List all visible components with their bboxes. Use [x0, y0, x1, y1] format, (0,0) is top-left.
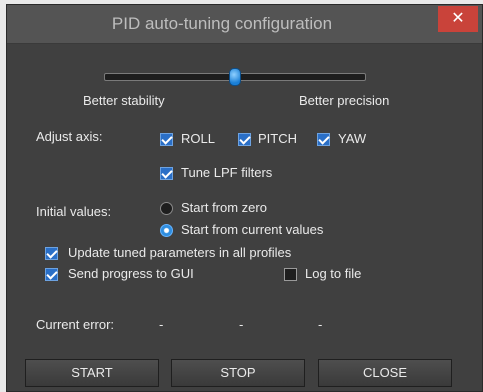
start-from-zero-radio[interactable]	[160, 202, 173, 215]
adjust-axis-label: Adjust axis:	[36, 129, 103, 144]
initial-values-label: Initial values:	[36, 204, 112, 219]
tune-lpf-checkbox[interactable]	[160, 167, 173, 180]
error-value-roll: -	[159, 317, 164, 332]
roll-label: ROLL	[181, 131, 215, 146]
start-from-current-label: Start from current values	[181, 222, 324, 237]
close-button[interactable]: CLOSE	[318, 359, 452, 387]
error-value-pitch: -	[239, 317, 244, 332]
stability-precision-slider[interactable]	[104, 68, 366, 86]
start-from-zero-label: Start from zero	[181, 200, 267, 215]
log-to-file-checkbox[interactable]	[284, 268, 297, 281]
title-bar: PID auto-tuning configuration ✕	[7, 5, 482, 44]
close-window-button[interactable]: ✕	[438, 6, 478, 32]
current-error-label: Current error:	[36, 317, 115, 332]
tune-lpf-label: Tune LPF filters	[181, 165, 273, 180]
better-precision-label: Better precision	[299, 93, 390, 108]
pitch-label: PITCH	[258, 131, 297, 146]
stop-button[interactable]: STOP	[171, 359, 305, 387]
error-value-yaw: -	[318, 317, 323, 332]
yaw-checkbox[interactable]	[317, 133, 330, 146]
send-progress-checkbox[interactable]	[45, 268, 58, 281]
update-profiles-label: Update tuned parameters in all profiles	[68, 245, 292, 260]
close-icon: ✕	[451, 10, 465, 27]
pid-autotune-dialog: PID auto-tuning configuration ✕ Better s…	[6, 4, 483, 392]
roll-checkbox[interactable]	[160, 133, 173, 146]
log-to-file-label: Log to file	[305, 266, 362, 281]
start-from-current-radio[interactable]	[160, 224, 173, 237]
dialog-title: PID auto-tuning configuration	[111, 14, 333, 33]
yaw-label: YAW	[338, 131, 367, 146]
start-button[interactable]: START	[25, 359, 159, 387]
pitch-checkbox[interactable]	[238, 133, 251, 146]
send-progress-label: Send progress to GUI	[68, 266, 194, 281]
better-stability-label: Better stability	[83, 93, 165, 108]
slider-thumb[interactable]	[229, 68, 241, 86]
update-profiles-checkbox[interactable]	[45, 247, 58, 260]
